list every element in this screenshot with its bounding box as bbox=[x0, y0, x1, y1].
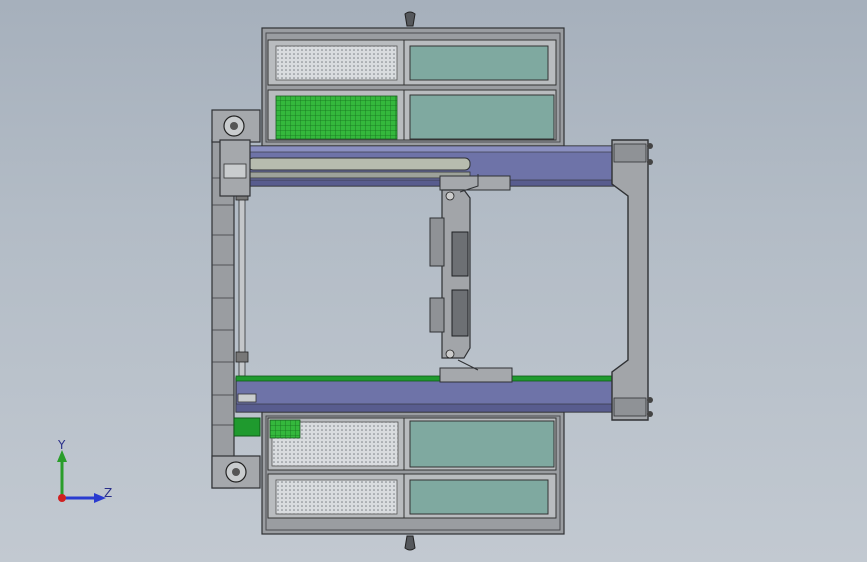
cnc-gantry-assembly-model[interactable] bbox=[0, 0, 867, 562]
spindle-module[interactable] bbox=[451, 231, 469, 277]
glass-window-panel bbox=[409, 45, 549, 81]
tool-head-carriage[interactable] bbox=[429, 174, 513, 383]
cad-viewport[interactable]: Y Z bbox=[0, 0, 867, 562]
green-mesh-panel bbox=[275, 95, 398, 140]
orientation-triad: Y Z bbox=[48, 438, 118, 510]
cable-carrier bbox=[247, 157, 471, 171]
lead-screw bbox=[238, 195, 246, 377]
top-handle[interactable] bbox=[404, 11, 416, 27]
bottom-handle[interactable] bbox=[404, 535, 416, 551]
top-rail[interactable] bbox=[219, 139, 617, 197]
spindle-module[interactable] bbox=[451, 289, 469, 337]
perforated-panel bbox=[275, 45, 398, 81]
glass-window-panel bbox=[409, 479, 549, 515]
top-enclosure[interactable] bbox=[261, 11, 565, 147]
green-drive-block[interactable] bbox=[233, 417, 261, 437]
bottom-enclosure[interactable] bbox=[261, 411, 565, 551]
z-axis-label: Z bbox=[104, 486, 113, 500]
perforated-panel bbox=[275, 479, 398, 515]
y-axis-label: Y bbox=[58, 438, 66, 452]
right-end-plate[interactable] bbox=[611, 139, 653, 421]
glass-window-panel bbox=[409, 420, 555, 468]
glass-window-panel bbox=[409, 94, 555, 140]
